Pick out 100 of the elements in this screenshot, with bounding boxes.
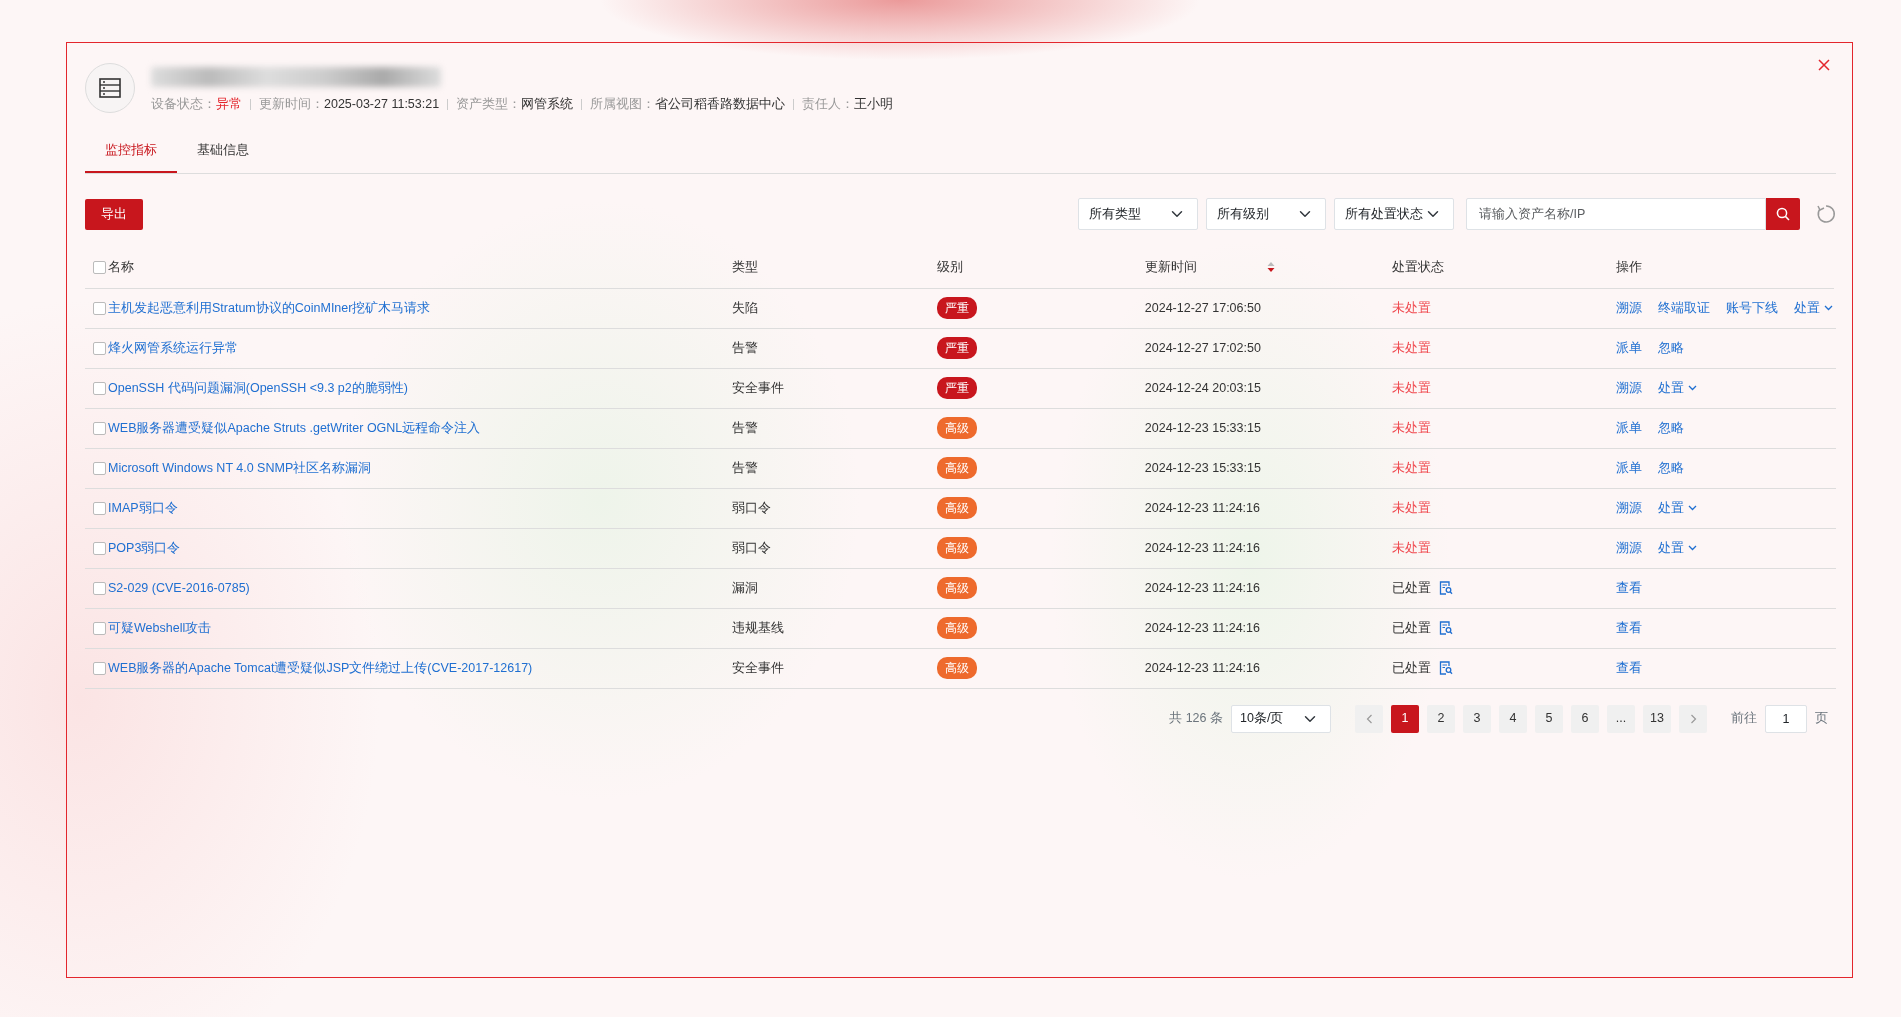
action-link[interactable]: 查看 — [1616, 658, 1642, 678]
page-number-field[interactable]: 1 — [1765, 704, 1807, 733]
alert-name-link[interactable]: S2-029 (CVE-2016-0785) — [108, 580, 250, 595]
type-text: 告警 — [731, 420, 758, 435]
action-link[interactable]: 查看 — [1616, 578, 1642, 598]
type-text: 弱口令 — [731, 540, 771, 555]
document-search-icon[interactable] — [1439, 621, 1454, 636]
alert-name-link[interactable]: 主机发起恶意利用Stratum协议的CoinMIner挖矿木马请求 — [108, 300, 431, 315]
page-button[interactable]: 4 — [1499, 704, 1527, 733]
status-text: 未处置 — [1392, 379, 1432, 397]
export-button[interactable]: 导出 — [85, 198, 143, 230]
field-value: 王小明 — [854, 96, 894, 113]
status-text: 未处置 — [1392, 419, 1432, 437]
refresh-icon[interactable] — [1816, 204, 1836, 225]
field-value: 省公司稻香路数据中心 — [655, 96, 786, 113]
page-unit-label: 页 — [1815, 710, 1828, 728]
tab[interactable]: 基础信息 — [177, 129, 269, 174]
alert-name-link[interactable]: 可疑Webshell攻击 — [108, 620, 212, 635]
page-button[interactable]: 1 — [1391, 704, 1419, 733]
page-button[interactable]: 6 — [1571, 704, 1599, 733]
page-button[interactable]: 5 — [1535, 704, 1563, 733]
severity-tag: 严重 — [937, 377, 978, 400]
checkbox[interactable] — [93, 382, 106, 396]
checkbox[interactable] — [93, 260, 106, 274]
document-search-icon[interactable] — [1439, 661, 1454, 676]
action-link[interactable]: 溯源 — [1616, 378, 1642, 398]
page-button[interactable]: 2 — [1427, 704, 1455, 733]
checkbox[interactable] — [93, 302, 106, 316]
severity-tag: 高级 — [937, 657, 978, 680]
search-field[interactable]: 请输入资产名称/IP — [1466, 198, 1766, 231]
checkbox[interactable] — [93, 622, 106, 636]
page-size-dropdown[interactable]: 10条/页 — [1231, 704, 1331, 733]
alert-name-link[interactable]: Microsoft Windows NT 4.0 SNMP社区名称漏洞 — [108, 460, 372, 475]
checkbox[interactable] — [93, 342, 106, 356]
action-link[interactable]: 终端取证 — [1658, 298, 1710, 318]
field-value: 网管系统 — [521, 96, 574, 113]
field-label: 设备状态： — [151, 96, 216, 113]
field-label: 更新时间： — [259, 96, 324, 113]
checkbox[interactable] — [93, 542, 106, 556]
close-icon[interactable] — [1818, 59, 1830, 71]
status-text: 未处置 — [1392, 459, 1432, 477]
column-header: 处置状态 — [1392, 258, 1445, 276]
type-text: 告警 — [731, 340, 758, 355]
previous-page-button[interactable] — [1355, 704, 1383, 733]
status-text: 已处置 — [1392, 619, 1432, 637]
checkbox[interactable] — [93, 662, 106, 676]
checkbox[interactable] — [93, 502, 106, 516]
column-header: 更新时间 — [1144, 258, 1197, 276]
time-text: 2024-12-24 20:03:15 — [1144, 380, 1261, 395]
action-link[interactable]: 溯源 — [1616, 538, 1642, 558]
action-link[interactable]: 忽略 — [1658, 458, 1684, 478]
page-button[interactable]: 13 — [1643, 704, 1671, 733]
action-link[interactable]: 派单 — [1616, 338, 1642, 358]
sort-icon[interactable] — [1266, 261, 1275, 273]
alert-name-link[interactable]: WEB服务器的Apache Tomcat遭受疑似JSP文件绕过上传(CVE-2017-12617) — [108, 660, 533, 675]
column-header: 操作 — [1616, 258, 1642, 276]
column-header: 级别 — [937, 258, 964, 276]
action-link[interactable]: 溯源 — [1616, 498, 1642, 518]
type-text: 告警 — [731, 460, 758, 475]
action-link[interactable]: 处置 — [1658, 538, 1697, 558]
action-link[interactable]: 处置 — [1658, 498, 1697, 518]
time-text: 2024-12-23 11:24:16 — [1144, 500, 1260, 515]
filter-dropdown[interactable]: 所有级别 — [1206, 198, 1326, 231]
time-text: 2024-12-23 11:24:16 — [1144, 540, 1260, 555]
filter-dropdown[interactable]: 所有处置状态 — [1334, 198, 1454, 231]
column-header: 名称 — [108, 258, 134, 276]
time-text: 2024-12-23 15:33:15 — [1144, 420, 1261, 435]
document-search-icon[interactable] — [1439, 581, 1454, 596]
checkbox[interactable] — [93, 462, 106, 476]
alert-name-link[interactable]: 烽火网管系统运行异常 — [108, 340, 238, 355]
action-link[interactable]: 派单 — [1616, 418, 1642, 438]
action-link[interactable]: 忽略 — [1658, 418, 1684, 438]
checkbox[interactable] — [93, 422, 106, 436]
severity-tag: 严重 — [937, 337, 978, 360]
time-text: 2024-12-23 11:24:16 — [1144, 580, 1260, 595]
type-text: 安全事件 — [731, 660, 784, 675]
field-label: 所属视图： — [590, 96, 656, 113]
severity-tag: 高级 — [937, 577, 978, 600]
action-link[interactable]: 查看 — [1616, 618, 1642, 638]
alert-name-link[interactable]: IMAP弱口令 — [108, 500, 178, 515]
action-link[interactable]: 溯源 — [1616, 298, 1642, 318]
alert-name-link[interactable]: OpenSSH 代码问题漏洞(OpenSSH <9.3 p2的脆弱性) — [108, 380, 408, 395]
chevron-icon — [1365, 713, 1373, 724]
page-button[interactable]: ... — [1607, 704, 1635, 733]
action-link[interactable]: 账号下线 — [1726, 298, 1778, 318]
next-page-button[interactable] — [1679, 704, 1707, 733]
filter-dropdown[interactable]: 所有类型 — [1078, 198, 1198, 231]
action-link[interactable]: 处置 — [1794, 298, 1833, 318]
alert-name-link[interactable]: WEB服务器遭受疑似Apache Struts .getWriter OGNL远程命令注入 — [108, 420, 481, 435]
alert-name-link[interactable]: POP3弱口令 — [108, 540, 181, 555]
search-button[interactable] — [1766, 198, 1800, 231]
type-text: 失陷 — [731, 300, 758, 315]
time-text: 2024-12-27 17:02:50 — [1144, 340, 1261, 355]
action-link[interactable]: 派单 — [1616, 458, 1642, 478]
action-link[interactable]: 忽略 — [1658, 338, 1684, 358]
tab[interactable]: 监控指标 — [85, 129, 177, 174]
checkbox[interactable] — [93, 582, 106, 596]
action-link[interactable]: 处置 — [1658, 378, 1697, 398]
page-button[interactable]: 3 — [1463, 704, 1491, 733]
field-label: 责任人： — [802, 96, 855, 113]
